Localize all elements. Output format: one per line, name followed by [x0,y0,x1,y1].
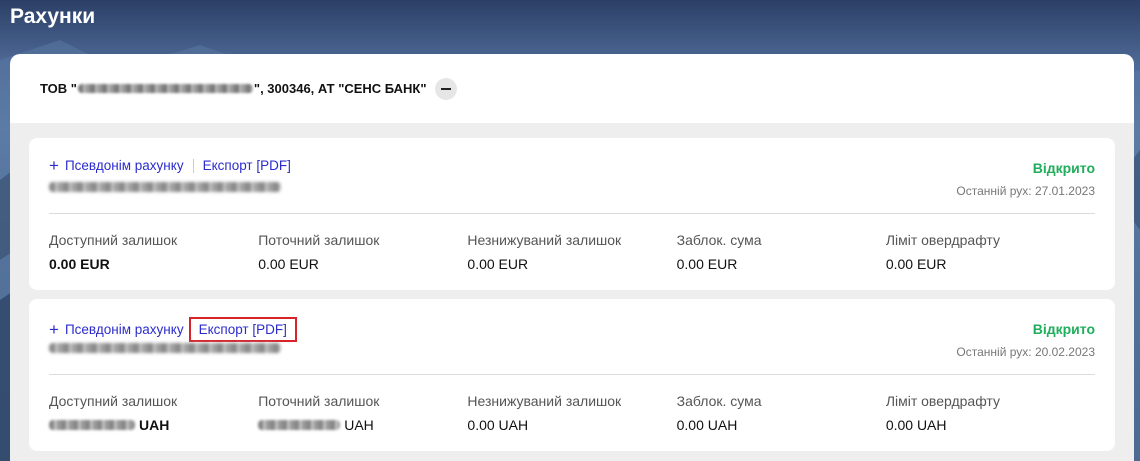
metric-label: Незнижуваний залишок [467,232,622,248]
metric-value: 0.00 EUR [676,256,738,272]
account-metrics: Доступний залишок 0.00 EUR Поточний зали… [49,232,1095,272]
company-header[interactable]: ТОВ " ", 300346, АТ "СЕНС БАНК" [10,54,1134,123]
export-pdf-link[interactable]: Експорт [PDF] [203,158,291,173]
divider [49,213,1095,214]
metric-value: UAH [139,417,170,433]
metric-value: 0.00 EUR [885,256,947,272]
redacted-company-name [77,84,253,93]
metric-value: UAH [344,417,374,433]
minus-icon [440,87,451,90]
metric-label: Заблок. сума [676,232,762,248]
metric-label: Доступний залишок [49,393,178,409]
account-card: + Псевдонім рахунку Експорт [PDF] Відкри… [29,138,1115,290]
metric-minimum-balance: Незнижуваний залишок 0.00 EUR [467,232,676,272]
metric-overdraft-limit: Ліміт овердрафту 0.00 UAH [886,393,1095,433]
status-badge: Відкрито [1032,321,1095,337]
plus-icon[interactable]: + [49,157,59,174]
metric-value: 0.00 EUR [467,256,529,272]
last-movement-date: Останній рух: 27.01.2023 [956,184,1095,198]
metric-value: 0.00 EUR [258,256,319,272]
metric-value-wrap: UAH [49,417,258,433]
redacted-amount [49,420,135,430]
account-alias-link[interactable]: Псевдонім рахунку [65,322,184,337]
divider [192,158,194,173]
metric-label: Незнижуваний залишок [467,393,622,409]
redacted-amount [258,420,341,430]
metric-label: Доступний залишок [49,232,178,248]
page-title: Рахунки [10,5,96,28]
account-actions: + Псевдонім рахунку Експорт [PDF] [49,317,297,342]
metric-label: Ліміт овердрафту [885,232,1000,248]
account-alias-link[interactable]: Псевдонім рахунку [65,158,184,173]
metric-blocked-amount: Заблок. сума 0.00 UAH [677,393,886,433]
metric-available-balance: Доступний залишок 0.00 EUR [49,232,258,272]
plus-icon[interactable]: + [49,321,59,338]
account-metrics: Доступний залишок UAH Поточний залишок U… [49,393,1095,433]
company-suffix: ", 300346, АТ "СЕНС БАНК" [253,81,427,96]
metric-value: 0.00 UAH [676,417,738,433]
status-badge: Відкрито [1032,160,1095,176]
redacted-account-number [49,343,281,353]
metric-overdraft-limit: Ліміт овердрафту 0.00 EUR [886,232,1095,272]
metric-label: Заблок. сума [676,393,762,409]
metric-current-balance: Поточний залишок 0.00 EUR [258,232,467,272]
metric-blocked-amount: Заблок. сума 0.00 EUR [677,232,886,272]
metric-label: Поточний залишок [258,232,380,248]
metric-value: 0.00 UAH [467,417,529,433]
metric-label: Поточний залишок [258,393,380,409]
metric-value: 0.00 EUR [49,256,110,272]
metric-available-balance: Доступний залишок UAH [49,393,258,433]
metric-minimum-balance: Незнижуваний залишок 0.00 UAH [467,393,676,433]
metric-value: 0.00 UAH [885,417,947,433]
metric-value-wrap: UAH [258,417,467,433]
account-actions: + Псевдонім рахунку Експорт [PDF] [49,157,291,174]
divider [49,374,1095,375]
export-pdf-link[interactable]: Експорт [PDF] [188,317,297,342]
metric-label: Ліміт овердрафту [885,393,1000,409]
last-movement-date: Останній рух: 20.02.2023 [956,345,1095,359]
collapse-button[interactable] [434,77,457,100]
company-prefix: ТОВ " [40,81,77,96]
account-card: + Псевдонім рахунку Експорт [PDF] Відкри… [29,299,1115,451]
redacted-account-number [49,182,281,192]
accounts-panel: ТОВ " ", 300346, АТ "СЕНС БАНК" + Псевдо… [10,54,1134,461]
metric-current-balance: Поточний залишок UAH [258,393,467,433]
accounts-list: + Псевдонім рахунку Експорт [PDF] Відкри… [10,123,1134,461]
